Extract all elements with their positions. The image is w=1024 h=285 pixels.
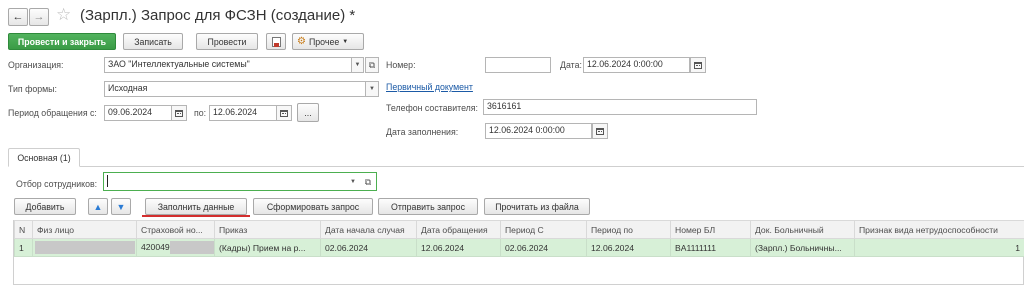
- form-type-dropdown-button[interactable]: ▼: [365, 81, 379, 97]
- open-link-icon: ⧉: [364, 176, 372, 187]
- period-to-field[interactable]: 12.06.2024: [209, 105, 277, 121]
- period-select-button[interactable]: ...: [297, 103, 319, 122]
- fill-date-field[interactable]: 12.06.2024 0:00:00: [485, 123, 592, 139]
- add-row-button[interactable]: Добавить: [14, 198, 76, 215]
- table-row[interactable]: 1 420049 (Кадры) Прием на р... 02.06.202…: [14, 238, 1024, 257]
- cell-order[interactable]: (Кадры) Прием на р...: [214, 238, 321, 257]
- cell-insurance[interactable]: 420049: [136, 238, 215, 257]
- fill-date-label: Дата заполнения:: [386, 127, 459, 137]
- number-label: Номер:: [386, 60, 416, 70]
- send-request-button[interactable]: Отправить запрос: [378, 198, 478, 215]
- col-header-order[interactable]: Приказ: [214, 220, 321, 239]
- date-calendar-button[interactable]: [690, 57, 706, 73]
- phone-label: Телефон составителя:: [386, 103, 479, 113]
- table-header-row: N Физ лицо Страховой но... Приказ Дата н…: [14, 220, 1024, 239]
- gear-icon: ⚙: [297, 36, 306, 47]
- fill-date-calendar-button[interactable]: [592, 123, 608, 139]
- col-header-sick-number[interactable]: Номер БЛ: [670, 220, 751, 239]
- col-header-period-to[interactable]: Период по: [586, 220, 671, 239]
- col-header-sick-doc[interactable]: Док. Больничный: [750, 220, 855, 239]
- forward-button[interactable]: →: [29, 8, 49, 26]
- calendar-icon: [694, 61, 702, 69]
- cell-appeal-date[interactable]: 12.06.2024: [416, 238, 501, 257]
- period-to-calendar-button[interactable]: [276, 105, 292, 121]
- col-header-person[interactable]: Физ лицо: [32, 220, 137, 239]
- employee-filter-open-button[interactable]: ⧉: [361, 174, 375, 190]
- cell-disability-sign[interactable]: 1: [854, 238, 1024, 257]
- period-to-label: по:: [194, 108, 207, 118]
- date-label: Дата:: [560, 60, 582, 70]
- form-request-button[interactable]: Сформировать запрос: [253, 198, 373, 215]
- move-down-button[interactable]: ▼: [111, 198, 131, 215]
- page-title: (Зарпл.) Запрос для ФСЗН (создание) *: [80, 7, 356, 24]
- employee-filter-label: Отбор сотрудников:: [16, 179, 98, 189]
- col-header-appeal-date[interactable]: Дата обращения: [416, 220, 501, 239]
- col-header-period-from[interactable]: Период С: [500, 220, 587, 239]
- cell-period-to[interactable]: 12.06.2024: [586, 238, 671, 257]
- calendar-icon: [596, 127, 604, 135]
- cell-case-start[interactable]: 02.06.2024: [320, 238, 417, 257]
- col-header-case-start[interactable]: Дата начала случая: [320, 220, 417, 239]
- cell-period-from[interactable]: 02.06.2024: [500, 238, 587, 257]
- number-field[interactable]: [485, 57, 551, 73]
- arrow-down-icon: ▼: [116, 201, 126, 212]
- tab-strip-line: [8, 166, 1024, 167]
- col-header-n[interactable]: N: [14, 220, 33, 239]
- form-type-field[interactable]: Исходная: [104, 81, 366, 97]
- back-button[interactable]: ←: [8, 8, 28, 26]
- post-and-close-button[interactable]: Провести и закрыть: [8, 33, 116, 50]
- print-settings-button[interactable]: [266, 33, 286, 50]
- open-link-icon: ⧉: [368, 59, 376, 70]
- org-dropdown-button[interactable]: ▼: [351, 57, 364, 73]
- org-field[interactable]: ЗАО "Интеллектуальные системы": [104, 57, 352, 73]
- save-button[interactable]: Записать: [123, 33, 183, 50]
- chevron-down-icon: ▼: [342, 38, 349, 45]
- phone-field[interactable]: 3616161: [483, 99, 757, 115]
- ellipsis-icon: ...: [304, 107, 312, 118]
- tab-main-label: Основная (1): [17, 152, 71, 163]
- period-from-field[interactable]: 09.06.2024: [104, 105, 172, 121]
- arrow-up-icon: ▲: [93, 201, 103, 212]
- arrow-right-icon: →: [33, 11, 45, 23]
- col-header-insurance[interactable]: Страховой но...: [136, 220, 215, 239]
- employee-filter-input[interactable]: [103, 172, 377, 191]
- cell-person[interactable]: [32, 238, 137, 257]
- org-open-button[interactable]: ⧉: [365, 57, 379, 73]
- post-button[interactable]: Провести: [196, 33, 258, 50]
- more-menu-label: Прочее: [308, 36, 340, 47]
- document-print-icon: [271, 36, 281, 47]
- favorite-star-icon[interactable]: ☆: [56, 5, 71, 25]
- period-from-calendar-button[interactable]: [171, 105, 187, 121]
- arrow-left-icon: ←: [12, 11, 24, 23]
- text-cursor: [107, 175, 108, 187]
- tab-main[interactable]: Основная (1): [8, 148, 80, 167]
- redacted-person: [35, 241, 135, 254]
- date-field[interactable]: 12.06.2024 0:00:00: [583, 57, 690, 73]
- calendar-icon: [280, 109, 288, 117]
- col-header-disability-sign[interactable]: Признак вида нетрудоспособности: [854, 220, 1024, 239]
- read-from-file-button[interactable]: Прочитать из файла: [484, 198, 590, 215]
- redacted-insurance: [169, 241, 214, 254]
- org-label: Организация:: [8, 60, 64, 70]
- cell-insurance-value: 420049: [141, 241, 170, 252]
- move-up-button[interactable]: ▲: [88, 198, 108, 215]
- primary-document-link[interactable]: Первичный документ: [386, 82, 473, 92]
- more-menu-button[interactable]: ⚙ Прочее ▼: [292, 33, 364, 50]
- form-type-label: Тип формы:: [8, 84, 57, 94]
- chevron-down-icon: ▼: [350, 179, 356, 185]
- period-label: Период обращения с:: [8, 108, 97, 118]
- fill-data-underline: [142, 215, 250, 217]
- cell-sick-doc[interactable]: (Зарпл.) Больничны...: [750, 238, 855, 257]
- employees-table: N Физ лицо Страховой но... Приказ Дата н…: [14, 220, 1024, 257]
- chevron-down-icon: ▼: [354, 62, 361, 68]
- employee-filter-dropdown-button[interactable]: ▼: [346, 174, 360, 190]
- calendar-icon: [175, 109, 183, 117]
- fill-data-button[interactable]: Заполнить данные: [145, 198, 247, 215]
- cell-n[interactable]: 1: [14, 238, 33, 257]
- chevron-down-icon: ▼: [369, 86, 375, 92]
- cell-sick-number[interactable]: BA1111111: [670, 238, 751, 257]
